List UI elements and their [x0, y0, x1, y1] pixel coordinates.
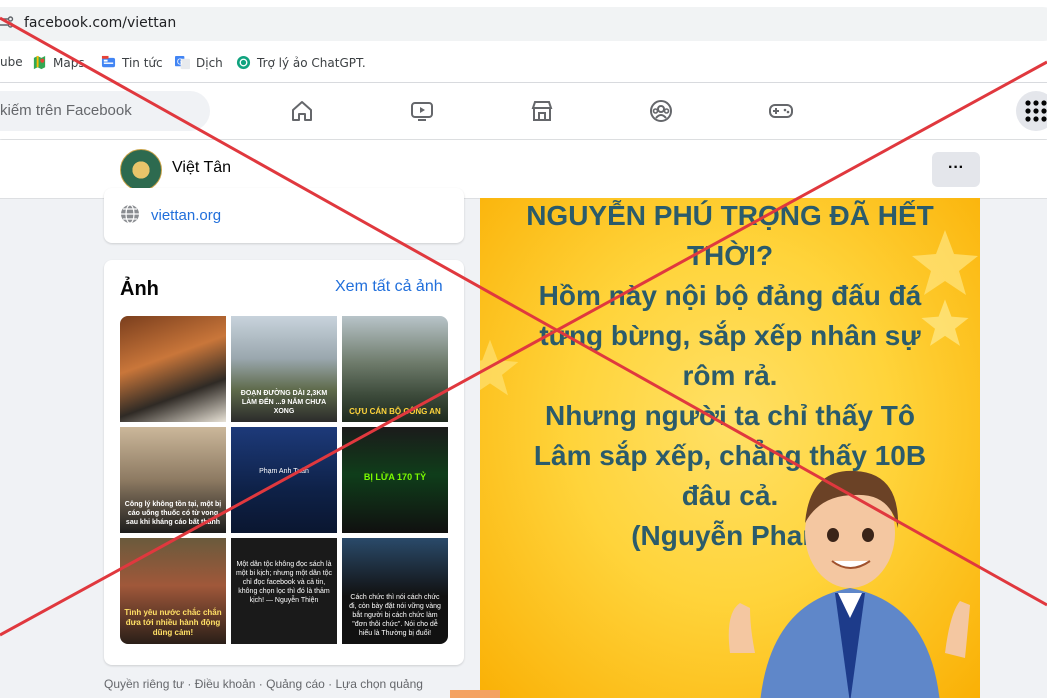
browser-address-bar: facebook.com/viettan: [0, 0, 1047, 45]
page-name[interactable]: Việt Tân: [172, 159, 231, 177]
photo-grid: ĐOẠN ĐƯỜNG DÀI 2,3KM LÀM ĐẾN ...9 NĂM CH…: [120, 316, 448, 644]
photo-caption: ĐOẠN ĐƯỜNG DÀI 2,3KM LÀM ĐẾN ...9 NĂM CH…: [240, 390, 328, 415]
bookmark-label: Trợ lý ảo ChatGPT.: [257, 55, 366, 70]
photo-tile[interactable]: BỊ LỪA 170 TỶ: [342, 427, 448, 533]
photo-tile[interactable]: CỰU CÁN BỘ CÔNG AN: [342, 316, 448, 422]
apps-menu-icon: [1025, 100, 1047, 122]
home-icon[interactable]: [289, 98, 315, 124]
intro-card: viettan.org: [104, 188, 464, 243]
news-icon: [101, 55, 116, 68]
photo-caption: Cách chức thì nói cách chức đi, còn bày …: [349, 594, 441, 637]
marketplace-icon[interactable]: [529, 98, 555, 124]
bottom-edge-strip: [450, 690, 500, 698]
translate-icon: G: [175, 55, 190, 70]
globe-icon: [121, 204, 139, 224]
photo-caption: Phạm Anh Tuấn: [259, 468, 309, 475]
post-line: rôm rả.: [682, 360, 778, 391]
page-avatar[interactable]: [120, 149, 162, 191]
post-line: Hồm này nội bộ đảng đấu đá: [538, 280, 922, 311]
bookmark-news[interactable]: Tin tức: [101, 55, 163, 70]
cartoon-man-illustration: [728, 470, 970, 698]
post-image[interactable]: NGUYỄN PHÚ TRỌNG ĐÃ HẾT THỜI? Hồm này nộ…: [480, 198, 980, 698]
photo-tile[interactable]: ĐOẠN ĐƯỜNG DÀI 2,3KM LÀM ĐẾN ...9 NĂM CH…: [231, 316, 337, 422]
footer-links[interactable]: Quyền riêng tư · Điều khoản · Quảng cáo …: [104, 677, 423, 691]
photo-tile[interactable]: Công lý không tồn tại, một bị cáo uống t…: [120, 427, 226, 533]
photo-tile[interactable]: Phạm Anh Tuấn: [231, 427, 337, 533]
groups-icon[interactable]: [648, 98, 674, 124]
post-line: Nhưng người ta chỉ thấy Tô: [544, 400, 915, 431]
photo-caption: Một dân tộc không đọc sách là một bi kịc…: [235, 561, 333, 604]
video-icon[interactable]: [409, 98, 435, 124]
search-placeholder: kiếm trên Facebook: [0, 102, 132, 119]
bookmark-youtube[interactable]: ube: [0, 55, 23, 69]
post-line: THỜI?: [686, 240, 774, 271]
url-text[interactable]: facebook.com/viettan: [24, 15, 176, 31]
more-options-button[interactable]: ···: [932, 152, 980, 187]
bookmark-maps[interactable]: Maps: [32, 55, 85, 70]
photo-tile[interactable]: Cách chức thì nói cách chức đi, còn bày …: [342, 538, 448, 644]
maps-icon: [33, 55, 46, 70]
gaming-icon[interactable]: [768, 98, 794, 124]
photos-card: Ảnh Xem tất cả ảnh ĐOẠN ĐƯỜNG DÀI 2,3KM …: [104, 260, 464, 665]
see-all-photos-link[interactable]: Xem tất cả ảnh: [335, 278, 443, 296]
post-line: NGUYỄN PHÚ TRỌNG ĐÃ HẾT: [526, 200, 934, 231]
photo-caption: Công lý không tồn tại, một bị cáo uống t…: [124, 501, 222, 526]
apps-menu-button[interactable]: [1016, 91, 1047, 131]
bookmark-chatgpt[interactable]: Trợ lý ảo ChatGPT.: [236, 55, 366, 70]
bookmarks-bar: ube Maps Tin tức G Dịch Trợ lý ảo ChatGP…: [0, 44, 1047, 83]
photo-tile[interactable]: Một dân tộc không đọc sách là một bi kịc…: [231, 538, 337, 644]
chatgpt-icon: [236, 55, 251, 70]
bookmark-label: Tin tức: [122, 55, 163, 70]
photo-tile[interactable]: [120, 316, 226, 422]
bookmark-label: Dịch: [196, 55, 223, 70]
bookmark-translate[interactable]: G Dịch: [175, 55, 223, 70]
photo-caption: BỊ LỪA 170 TỶ: [363, 472, 427, 482]
photo-caption: Tình yêu nước chắc chắn đưa tới nhiều hà…: [124, 608, 222, 637]
post-line: tưng bừng, sắp xếp nhân sự: [539, 320, 921, 351]
site-settings-icon[interactable]: [0, 15, 14, 29]
photo-caption: CỰU CÁN BỘ CÔNG AN: [349, 407, 441, 416]
bookmark-label: ube: [0, 55, 23, 69]
facebook-top-nav: kiếm trên Facebook: [0, 83, 1047, 139]
photo-tile[interactable]: Tình yêu nước chắc chắn đưa tới nhiều hà…: [120, 538, 226, 644]
photos-title: Ảnh: [120, 278, 159, 300]
svg-text:G: G: [177, 57, 183, 66]
bookmark-label: Maps: [53, 55, 85, 70]
website-link[interactable]: viettan.org: [151, 207, 221, 224]
